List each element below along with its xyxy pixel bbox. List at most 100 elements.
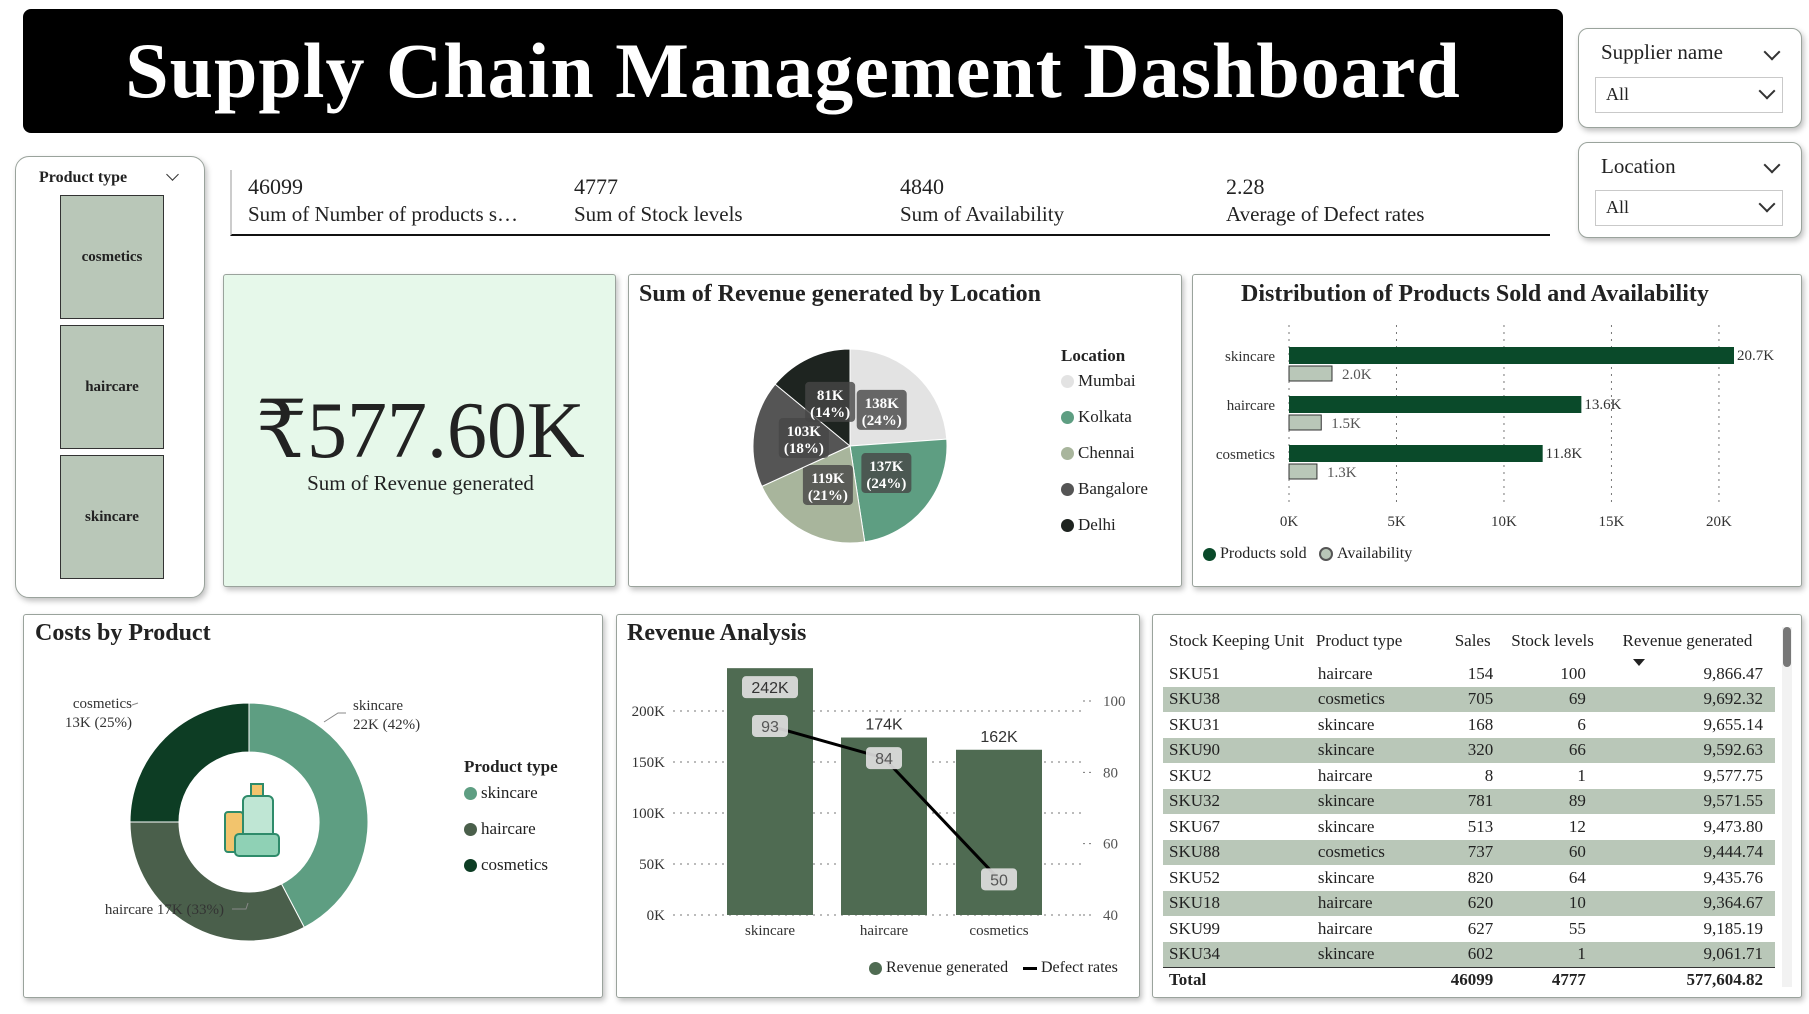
x-tick-label: 20K [1706,514,1732,530]
data-label: 103K [787,424,822,440]
scrollbar[interactable] [1782,627,1792,987]
data-label: 174K [865,717,903,734]
column-header[interactable]: Sales [1438,625,1505,661]
table-row[interactable]: SKU38 cosmetics 705 69 9,692.32 [1163,686,1775,712]
table-cell: haircare [1317,663,1373,683]
table-row[interactable]: SKU2 haircare 8 1 9,577.75 [1163,763,1775,789]
chevron-down-icon[interactable] [1763,43,1781,61]
table-cell: 627 [1467,918,1494,938]
y2-tick-label: 40 [1103,908,1118,924]
legend-label: haircare [481,819,536,838]
x-tick-label: 15K [1599,514,1625,530]
y-tick-label: 50K [639,857,665,873]
table-total-cell: Total [1163,967,1310,990]
table-row[interactable]: SKU90 skincare 320 66 9,592.63 [1163,737,1775,763]
table-cell: 513 [1467,816,1494,836]
table-cell: cosmetics [1317,689,1385,709]
data-label: 162K [980,729,1018,746]
legend-swatch [1061,410,1074,424]
table-row[interactable]: SKU34 skincare 602 1 9,061.71 [1163,941,1775,968]
legend-item-bangalore[interactable]: Bangalore [1061,479,1148,499]
legend-label: Mumbai [1078,371,1136,390]
data-label: cosmetics [73,696,132,712]
combo-chart: 0K 50K 100K 150K 200K 40 60 80 100 skincare 242K ha… [632,668,1126,939]
table-row[interactable]: SKU99 haircare 627 55 9,185.19 [1163,916,1775,942]
product-tile-skincare[interactable]: skincare [60,455,164,579]
column-header[interactable]: Product type [1310,625,1438,661]
legend-item-cosmetics[interactable]: cosmetics [464,855,548,875]
table-cell: cosmetics [1317,842,1385,862]
legend-item-haircare[interactable]: haircare [464,819,536,839]
table-cell: 168 [1467,714,1494,734]
sku-table: Stock Keeping Unit Product type Sales Stock… [1163,625,1775,990]
location-pie: 138K(24%)137K(24%)119K(21%)103K(18%)81K(… [752,348,948,544]
legend-label: cosmetics [481,855,549,874]
location-dropdown[interactable]: All [1595,190,1783,226]
chevron-down-icon[interactable] [166,168,179,181]
supplier-slicer: Supplier name All [1578,28,1802,128]
table-cell: 55 [1568,918,1586,938]
legend-products-sold[interactable]: Products sold [1203,545,1307,563]
table-row[interactable]: SKU31 skincare 168 6 9,655.14 [1163,712,1775,738]
product-tile-haircare[interactable]: haircare [60,325,164,449]
product-tile-cosmetics[interactable]: cosmetics [60,195,164,319]
legend-label: Bangalore [1078,479,1148,498]
data-label: 50 [990,872,1008,889]
data-label: haircare 17K (33%) [105,902,224,918]
revenue-analysis-chart: Revenue Analysis 0K 50K 100K 150K 200K 40 60 80… [616,614,1140,998]
sort-desc-icon[interactable] [1633,659,1645,666]
data-label: (21%) [808,488,848,504]
column-header[interactable]: Stock levels [1505,625,1598,661]
kpi-label: Sum of Number of products s… [248,202,519,226]
table-cell: 620 [1467,893,1494,913]
product-type-slicer-title: Product type [39,169,128,186]
legend-label: Chennai [1078,443,1135,462]
y2-tick-label: 100 [1103,694,1126,710]
y-tick-label: 100K [632,806,666,822]
table-row[interactable]: SKU52 skincare 820 64 9,435.76 [1163,865,1775,891]
table-cell: 9,185.19 [1703,918,1764,938]
data-label: 137K [869,459,904,475]
legend-revenue[interactable]: Revenue generated [869,959,1008,977]
legend-swatch [1203,547,1216,561]
table-cell: SKU90 [1169,740,1221,760]
table-row[interactable]: SKU51 haircare 154 100 9,866.47 [1163,661,1775,687]
table-cell: SKU51 [1169,663,1221,683]
legend-item-skincare[interactable]: skincare [464,783,538,803]
column-header[interactable]: Revenue generated [1598,625,1775,661]
revenue-by-location-chart: Sum of Revenue generated by Location 138… [628,274,1182,587]
table-row[interactable]: SKU88 cosmetics 737 60 9,444.74 [1163,839,1775,865]
kpi-value: 4777 [574,174,618,199]
data-label: (14%) [810,405,850,421]
legend-label: Revenue generated [886,959,1009,976]
legend-item-chennai[interactable]: Chennai [1061,443,1135,463]
cosmetics-icon [224,783,280,857]
column-header[interactable]: Stock Keeping Unit [1163,625,1310,661]
scrollbar-thumb[interactable] [1783,627,1791,667]
table-row[interactable]: SKU32 skincare 781 89 9,571.55 [1163,788,1775,814]
table-total-row: Total 46099 4777 577,604.82 [1163,967,1775,990]
x-tick-label: 10K [1491,514,1517,530]
supplier-dropdown[interactable]: All [1595,77,1783,113]
kpi-value: 4840 [900,174,944,199]
table-cell: 9,692.32 [1703,689,1764,709]
legend-item-delhi[interactable]: Delhi [1061,515,1116,535]
table-cell: SKU67 [1169,816,1221,836]
location-dropdown-value: All [1606,197,1630,217]
y2-tick-label: 80 [1103,765,1118,781]
kpi-value: 2.28 [1226,174,1265,199]
legend-defect-rates[interactable]: Defect rates [1023,959,1118,977]
legend-label: Kolkata [1078,407,1132,426]
legend-item-mumbai[interactable]: Mumbai [1061,371,1136,391]
legend-label: Delhi [1078,515,1116,534]
data-label: 13K (25%) [65,715,132,731]
table-cell: haircare [1317,918,1373,938]
table-row[interactable]: SKU18 haircare 620 10 9,364.67 [1163,890,1775,916]
chevron-down-icon[interactable] [1763,156,1781,174]
table-cell: skincare [1317,867,1375,887]
legend-item-kolkata[interactable]: Kolkata [1061,407,1132,427]
table-total-cell: 577,604.82 [1597,967,1775,990]
legend-availability[interactable]: Availability [1319,545,1412,563]
table-row[interactable]: SKU67 skincare 513 12 9,473.80 [1163,814,1775,840]
table-cell: haircare [1317,893,1373,913]
